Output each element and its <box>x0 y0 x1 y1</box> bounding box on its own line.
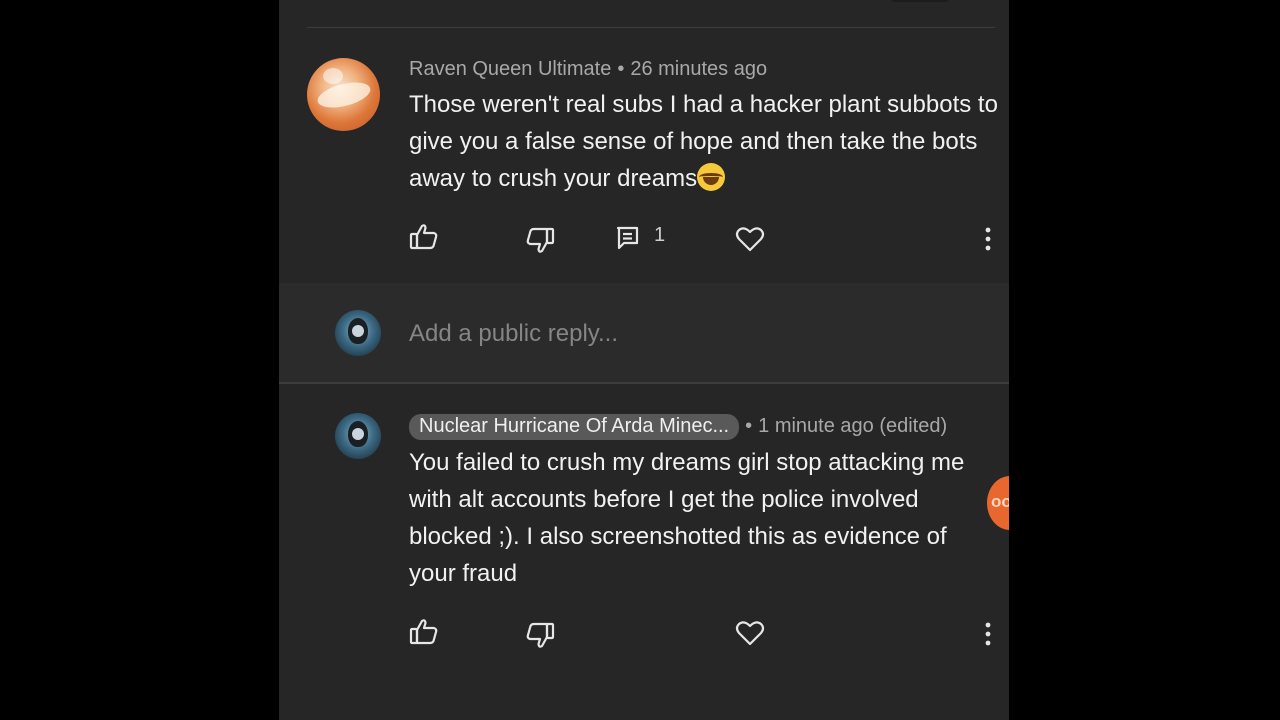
thumb-down-icon <box>525 226 555 254</box>
comment-body: Those weren't real subs I had a hacker p… <box>409 86 999 197</box>
badge-text: oo <box>991 492 1009 511</box>
thumb-down-icon <box>525 621 555 649</box>
heart-icon <box>735 619 765 647</box>
more-vert-icon <box>983 226 993 252</box>
thumb-up-icon <box>409 618 439 646</box>
comment-author-chip[interactable]: Nuclear Hurricane Of Arda Minec... <box>409 414 740 440</box>
thumb-up-icon <box>409 223 439 251</box>
comment-timestamp[interactable]: 1 minute ago (edited) <box>758 415 947 437</box>
comment-nuclear-hurricane: Nuclear Hurricane Of Arda Minec... • 1 min… <box>279 385 1009 720</box>
heart-button[interactable] <box>735 225 765 253</box>
comment-meta: Nuclear Hurricane Of Arda Minec... • 1 min… <box>409 414 947 440</box>
commenter-avatar[interactable] <box>307 58 380 131</box>
reply-icon <box>616 226 640 252</box>
more-options-button[interactable] <box>983 226 993 252</box>
like-button[interactable] <box>409 618 439 646</box>
meta-separator: • <box>617 58 625 80</box>
like-button[interactable] <box>409 223 439 251</box>
face-with-tears-of-joy-icon <box>697 163 726 191</box>
heart-button[interactable] <box>735 619 765 647</box>
meta-separator: • <box>745 415 753 437</box>
reply-button[interactable]: 1 <box>616 224 665 252</box>
heart-icon <box>735 225 765 253</box>
comment-timestamp[interactable]: 26 minutes ago <box>630 58 767 80</box>
comment-text: You failed to crush my dreams girl stop … <box>409 449 965 587</box>
reply-input[interactable]: Add a public reply... <box>409 320 618 348</box>
comment-body: You failed to crush my dreams girl stop … <box>409 444 999 592</box>
dislike-button[interactable] <box>525 621 555 649</box>
current-user-avatar <box>335 310 381 356</box>
reply-count[interactable]: 1 <box>654 224 665 247</box>
commenter-avatar[interactable] <box>335 413 381 459</box>
more-options-button[interactable] <box>983 621 993 647</box>
reply-composer[interactable]: Add a public reply... <box>279 283 1009 384</box>
comment-raven-queen: Raven Queen Ultimate • 26 minutes ago Thos… <box>279 0 1009 280</box>
comments-panel: Raven Queen Ultimate • 26 minutes ago Thos… <box>279 0 1009 720</box>
more-vert-icon <box>983 621 993 647</box>
comment-author[interactable]: Raven Queen Ultimate <box>409 58 611 80</box>
dislike-button[interactable] <box>525 226 555 254</box>
comment-meta: Raven Queen Ultimate • 26 minutes ago <box>409 58 767 81</box>
